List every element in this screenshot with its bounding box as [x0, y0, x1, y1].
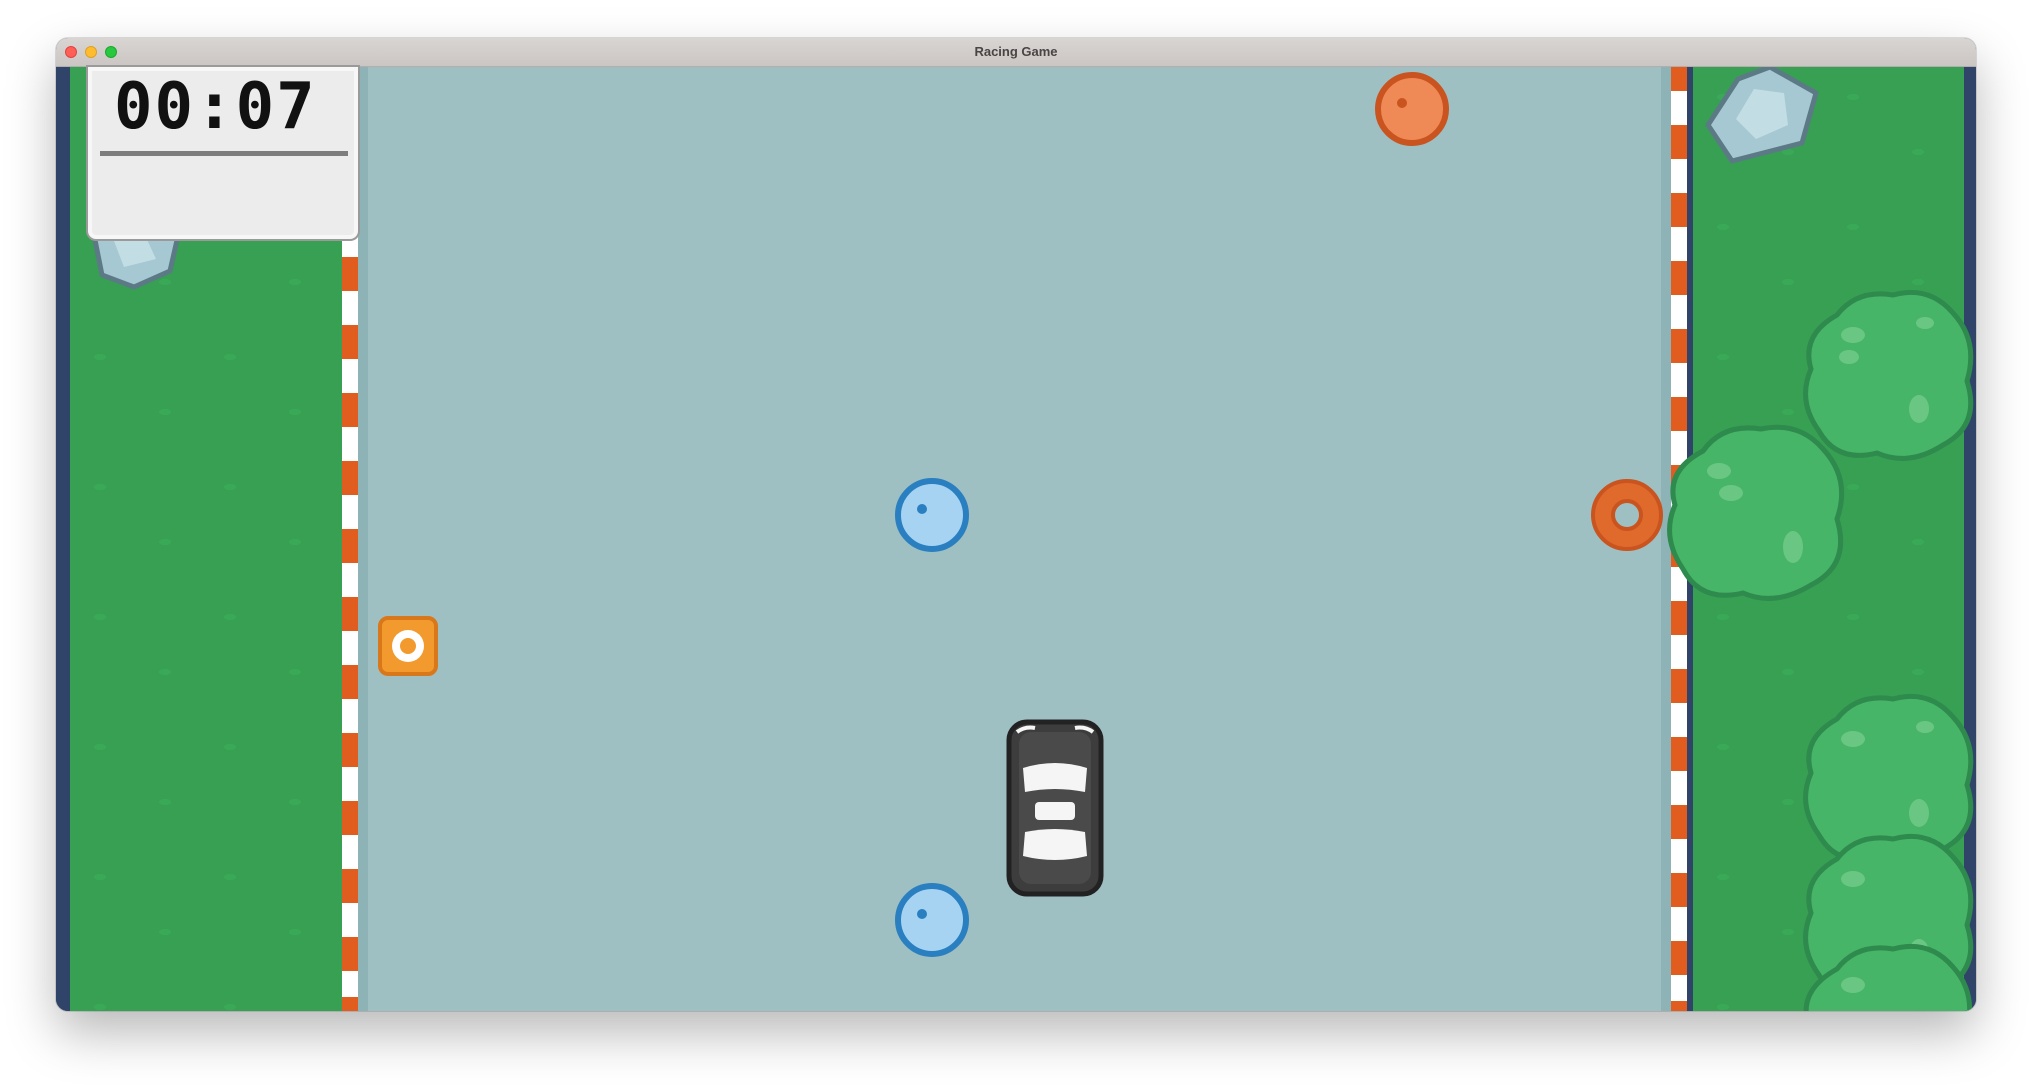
game-window: Racing Game 00:07 [56, 38, 1976, 1011]
bush-icon [1803, 943, 1973, 1011]
orange-square-pickup-icon [378, 616, 438, 676]
title-bar[interactable]: Racing Game [56, 38, 1976, 67]
blue-orb-icon [895, 883, 969, 957]
window-title: Racing Game [974, 44, 1058, 59]
orange-orb-icon [1375, 72, 1449, 146]
player-car-icon[interactable] [1005, 718, 1105, 898]
left-boundary [56, 67, 70, 1011]
timer-panel: 00:07 [88, 67, 358, 239]
race-timer: 00:07 [114, 70, 317, 144]
rock-icon [1705, 67, 1819, 164]
blue-orb-icon [895, 478, 969, 552]
timer-divider [100, 151, 348, 156]
road-shoulder-left [358, 67, 368, 1011]
orange-ring-icon [1591, 479, 1663, 551]
bush-icon [1667, 424, 1845, 601]
game-scene[interactable]: 00:07 [56, 67, 1976, 1011]
